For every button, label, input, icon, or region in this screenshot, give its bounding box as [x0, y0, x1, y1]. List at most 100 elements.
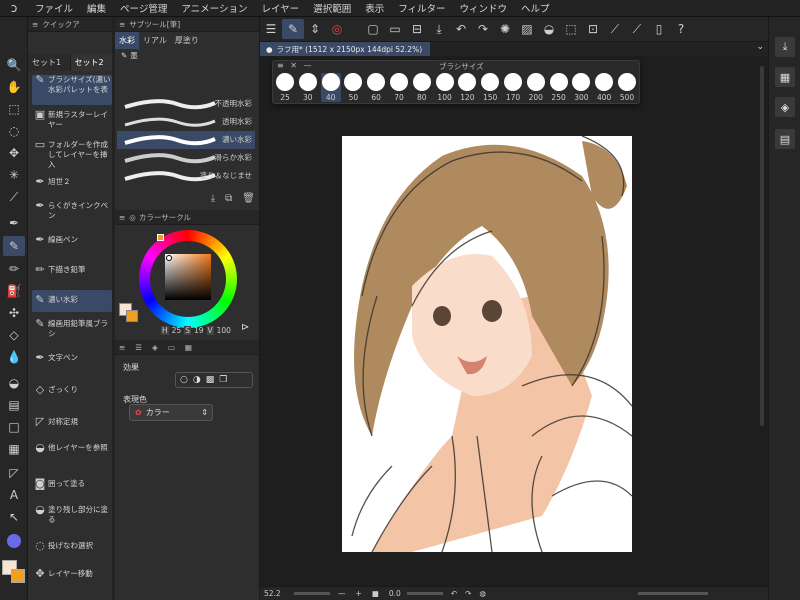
sub-color-swatch[interactable] — [126, 310, 138, 322]
material-tab-icon[interactable]: ▦ — [185, 343, 192, 352]
quick-item-enclose-fill[interactable]: ◙ 囲って塗る — [32, 478, 112, 493]
duplicate-icon[interactable]: ⧉ — [225, 193, 232, 204]
subtool-group-ink[interactable]: ✎ 墨 — [115, 49, 259, 61]
new-file-icon[interactable]: ▢ — [362, 19, 384, 39]
download-icon[interactable]: ⤓ — [211, 193, 215, 204]
brush-transparent-watercolor[interactable]: 透明水彩 — [117, 113, 255, 131]
document-tab[interactable]: ● ラフ用* (1512 x 2150px 144dpi 52.2%) — [260, 42, 430, 56]
brush-size-option[interactable]: 200 — [526, 73, 546, 102]
brush-size-option[interactable]: 300 — [571, 73, 591, 102]
dropper-list-icon[interactable]: ⟋ — [626, 19, 648, 39]
brush-opaque-watercolor[interactable]: 不透明水彩 — [117, 95, 255, 113]
brush-icon[interactable]: ✎ — [3, 236, 25, 256]
navigator-tab-icon[interactable]: ▭ — [168, 343, 175, 352]
reset-rotation-icon[interactable]: ◍ — [479, 589, 486, 598]
text-icon[interactable]: A — [3, 485, 25, 505]
quick-item-pencil-brush[interactable]: ✎ 線画用鉛筆風ブラシ — [32, 318, 112, 345]
brush-size-option[interactable]: 500 — [617, 73, 637, 102]
zoom-slider[interactable] — [294, 592, 330, 595]
pencil-icon[interactable]: ✏ — [3, 259, 25, 279]
rotate-right-icon[interactable]: ↷ — [465, 589, 471, 598]
menu-animation[interactable]: アニメーション — [174, 1, 254, 15]
redo-icon[interactable]: ↷ — [472, 19, 494, 39]
layer-color-icon[interactable] — [3, 531, 25, 551]
quick-item-dark-watercolor[interactable]: ✎ 濃い水彩 — [32, 290, 112, 312]
gradient-icon[interactable]: ▤ — [3, 395, 25, 415]
brush-size-option[interactable]: 50 — [343, 73, 363, 102]
export-icon[interactable]: ⤓ — [428, 19, 450, 39]
tab-set1[interactable]: セット1 — [28, 54, 71, 71]
updown-icon[interactable]: ⇕ — [304, 19, 326, 39]
zoom-value[interactable]: 52.2 — [264, 589, 288, 598]
airbrush-icon[interactable]: ⛽ — [3, 281, 25, 301]
frame-icon[interactable]: ▦ — [3, 439, 25, 459]
transform-icon[interactable]: ⬚ — [560, 19, 582, 39]
device-icon[interactable]: ▯ — [648, 19, 670, 39]
open-folder-icon[interactable]: ▭ — [384, 19, 406, 39]
clear-icon[interactable]: ▨ — [516, 19, 538, 39]
hand-icon[interactable]: ✋ — [3, 77, 25, 97]
quick-item-text-pen[interactable]: ✒ 文字ペン — [32, 352, 112, 367]
menu-window[interactable]: ウィンドウ — [453, 1, 515, 15]
panel-menu-icon[interactable]: ≡ — [32, 20, 38, 29]
rotate-left-icon[interactable]: ↶ — [451, 589, 457, 598]
fill-icon[interactable]: ◒ — [3, 373, 25, 393]
pen-icon[interactable]: ✒ — [3, 213, 25, 233]
effect-pattern-icon[interactable]: ▩ — [206, 375, 215, 385]
tab-set2[interactable]: セット2 — [70, 54, 113, 71]
menu-layer[interactable]: レイヤー — [254, 1, 306, 15]
zoom-icon[interactable]: 🔍 — [3, 55, 25, 75]
brush-paint-and-blend[interactable]: 塗り＆なじませ — [117, 167, 255, 185]
quick-item-brush-size[interactable]: ✎ ブラシサイズ(濃い水彩パレットを表 — [32, 74, 112, 105]
property-tab-icon[interactable]: ☰ — [135, 343, 142, 352]
quick-item-layer-move[interactable]: ✥ レイヤー移動 — [32, 568, 112, 583]
brush-size-option[interactable]: 250 — [549, 73, 569, 102]
undo-icon[interactable]: ↶ — [450, 19, 472, 39]
panel-menu-icon[interactable]: ≡ — [119, 213, 125, 222]
zoom-out-icon[interactable]: — — [338, 589, 346, 598]
tab-real[interactable]: リアル — [139, 35, 171, 46]
quick-item-new-folder[interactable]: ▭ フォルダーを作成してレイヤーを挿入 — [32, 139, 112, 169]
layers-panel-icon[interactable]: ◈ — [775, 97, 795, 117]
operation-icon[interactable]: ⬚ — [3, 99, 25, 119]
app-logo-icon[interactable]: ↄ — [0, 1, 28, 15]
brush-size-option[interactable]: 25 — [275, 73, 295, 102]
sub-color-swatch[interactable] — [11, 569, 25, 583]
brush-size-option[interactable]: 120 — [457, 73, 477, 102]
eyedrop-icon[interactable]: ⟋ — [604, 19, 626, 39]
effect-none-icon[interactable]: ○ — [180, 375, 188, 385]
menu-page[interactable]: ページ管理 — [113, 1, 174, 15]
quick-item-lineart-pen[interactable]: ✒ 線画ペン — [32, 234, 112, 249]
fill-icon[interactable]: ◒ — [538, 19, 560, 39]
grid-panel-icon[interactable]: ▦ — [775, 67, 795, 87]
panel-menu-icon[interactable]: ≡ — [119, 343, 125, 352]
menu-file[interactable]: ファイル — [28, 1, 80, 15]
display-color-select[interactable]: ✿ カラー ⇕ — [129, 404, 213, 421]
ruler-icon[interactable]: ◸ — [3, 463, 25, 483]
brush-size-option[interactable]: 60 — [366, 73, 386, 102]
menu-help[interactable]: ヘルプ — [514, 1, 557, 15]
angle-value[interactable]: 0.0 — [389, 589, 401, 598]
tab-thick-paint[interactable]: 厚塗り — [171, 35, 203, 46]
brush-size-option[interactable]: 100 — [435, 73, 455, 102]
trash-icon[interactable]: 🗑 — [242, 193, 255, 204]
brush-tool-icon[interactable]: ✎ — [282, 19, 304, 39]
blend-icon[interactable]: 💧 — [3, 347, 25, 367]
rotate-slider[interactable] — [406, 592, 443, 595]
panel-menu-icon[interactable]: ≡ — [277, 61, 284, 70]
chevron-down-icon[interactable]: ⌄ — [756, 42, 764, 52]
zoom-in-icon[interactable]: + — [356, 589, 362, 598]
close-icon[interactable]: ✕ — [290, 61, 297, 70]
fit-stop-icon[interactable]: ■ — [372, 589, 379, 598]
download-panel-icon[interactable]: ⤓ — [775, 37, 795, 57]
correct-line-icon[interactable]: ↖ — [3, 507, 25, 527]
layer-tab-icon[interactable]: ◈ — [152, 343, 158, 352]
vertical-scrollbar[interactable] — [760, 66, 764, 426]
eraser-icon[interactable]: ◇ — [3, 325, 25, 345]
figure-icon[interactable]: □ — [3, 417, 25, 437]
save-icon[interactable]: ⊟ — [406, 19, 428, 39]
canvas-area[interactable] — [260, 56, 768, 586]
brush-size-option[interactable]: 170 — [503, 73, 523, 102]
brush-size-option[interactable]: 70 — [389, 73, 409, 102]
loading-icon[interactable]: ✺ — [494, 19, 516, 39]
